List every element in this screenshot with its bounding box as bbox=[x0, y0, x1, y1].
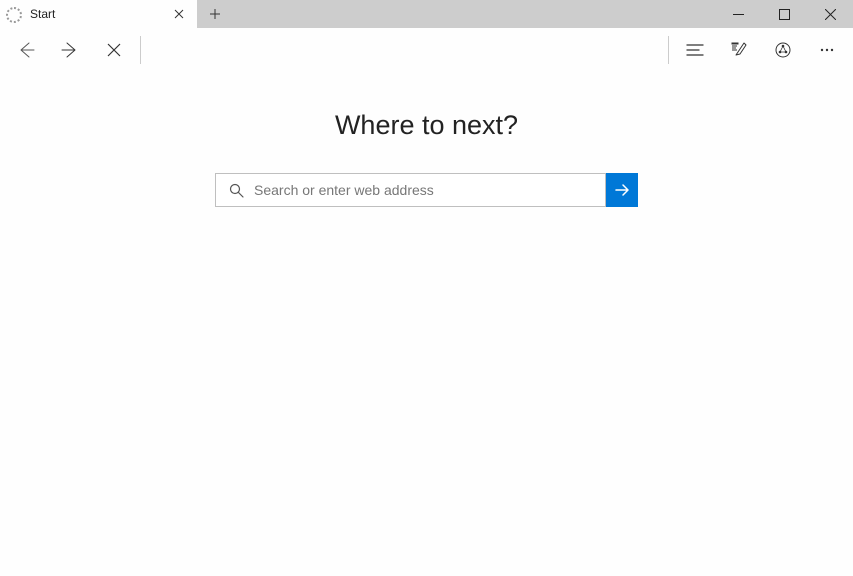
page-heading: Where to next? bbox=[335, 110, 518, 141]
web-note-icon bbox=[730, 41, 748, 59]
hub-icon bbox=[686, 41, 704, 59]
more-icon bbox=[818, 41, 836, 59]
web-note-button[interactable] bbox=[717, 28, 761, 72]
more-button[interactable] bbox=[805, 28, 849, 72]
tab-close-button[interactable] bbox=[169, 4, 189, 24]
new-tab-button[interactable] bbox=[197, 0, 233, 28]
go-arrow-icon bbox=[613, 181, 631, 199]
back-arrow-icon bbox=[16, 40, 36, 60]
close-icon bbox=[174, 9, 184, 19]
minimize-button[interactable] bbox=[715, 0, 761, 28]
search-icon bbox=[226, 183, 246, 198]
share-icon bbox=[774, 41, 792, 59]
back-button[interactable] bbox=[4, 28, 48, 72]
maximize-button[interactable] bbox=[761, 0, 807, 28]
loading-spinner-icon bbox=[8, 7, 22, 21]
forward-button[interactable] bbox=[48, 28, 92, 72]
browser-tab[interactable]: Start bbox=[0, 0, 197, 28]
toolbar-separator bbox=[140, 36, 141, 64]
window-close-button[interactable] bbox=[807, 0, 853, 28]
go-button[interactable] bbox=[606, 173, 638, 207]
plus-icon bbox=[209, 8, 221, 20]
close-icon bbox=[825, 9, 836, 20]
stop-icon bbox=[106, 42, 122, 58]
minimize-icon bbox=[733, 9, 744, 20]
forward-arrow-icon bbox=[60, 40, 80, 60]
search-input[interactable] bbox=[254, 182, 595, 198]
hub-button[interactable] bbox=[673, 28, 717, 72]
share-button[interactable] bbox=[761, 28, 805, 72]
maximize-icon bbox=[779, 9, 790, 20]
stop-button[interactable] bbox=[92, 28, 136, 72]
tab-title: Start bbox=[30, 7, 169, 21]
search-box[interactable] bbox=[215, 173, 606, 207]
toolbar-separator bbox=[668, 36, 669, 64]
